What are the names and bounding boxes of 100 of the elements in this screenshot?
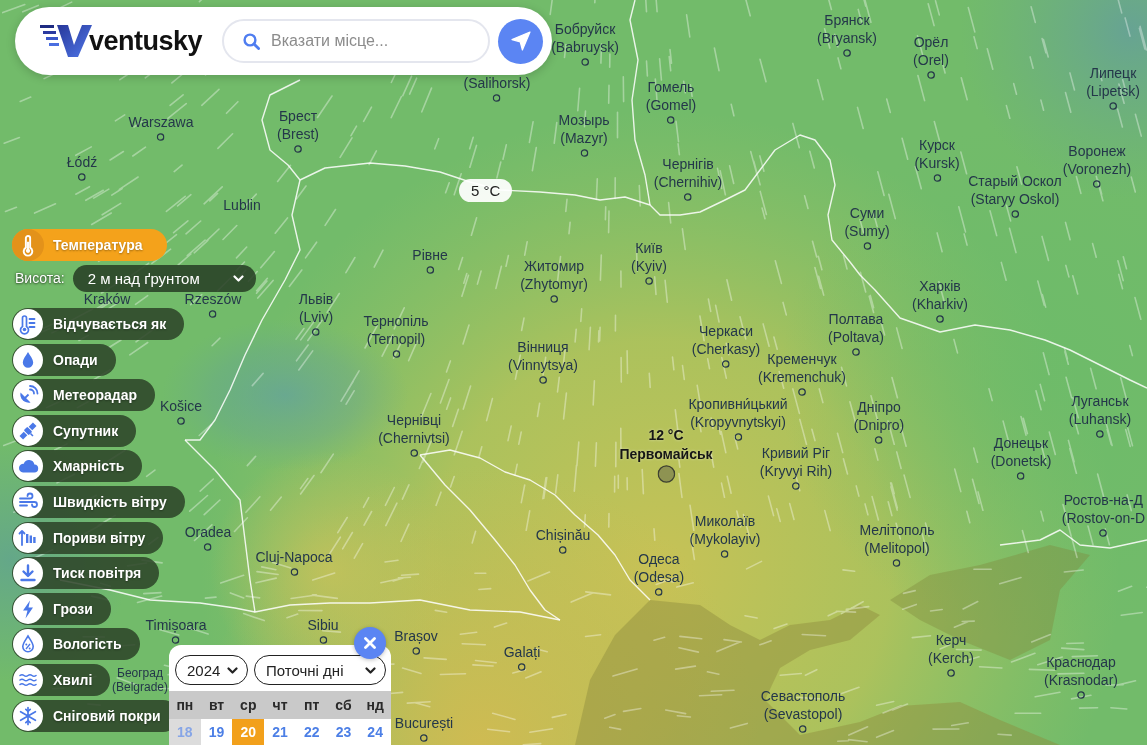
city-name-latin: (Kerch) — [928, 651, 974, 666]
city-name: Oradea — [184, 525, 232, 540]
layer-button[interactable]: Опади — [12, 343, 116, 376]
city-name-latin: (Orel) — [913, 53, 949, 68]
weekday-label: нд — [366, 697, 384, 713]
height-select[interactable]: 2 м над ґрунтом — [72, 265, 256, 292]
city-name-latin: (Poltava) — [828, 330, 884, 345]
period-select[interactable]: Поточні дні — [254, 655, 386, 685]
city-name: Харків — [919, 279, 961, 294]
chevron-down-icon — [365, 666, 376, 674]
city-name: Київ — [635, 241, 663, 256]
locate-button[interactable] — [498, 18, 543, 64]
city-name: Warszawa — [128, 115, 194, 130]
city-name: Черкаси — [699, 324, 753, 339]
chevron-down-icon — [232, 275, 244, 282]
weekday-label: вт — [208, 697, 225, 713]
layer-button[interactable]: Хмарність — [12, 450, 143, 483]
city-name: Chișinău — [535, 528, 591, 543]
city-name: Kraków — [83, 292, 131, 307]
city-name-latin: (Kursk) — [914, 156, 960, 171]
city-name-latin: (Luhansk) — [1068, 412, 1132, 427]
layer-button[interactable]: Супутник — [12, 414, 137, 447]
city-name: Београд — [117, 667, 163, 680]
city-name: Чернігів — [662, 157, 714, 172]
layer-button[interactable]: Пориви вітру — [12, 521, 164, 554]
city-name-latin: (Salihorsk) — [463, 76, 531, 91]
layer-button[interactable]: Метеорадар — [12, 379, 156, 412]
city-name: Galați — [503, 645, 541, 660]
city-name: Брянск — [824, 13, 870, 28]
weekday-label: пн — [176, 697, 194, 713]
weekday-label: чт — [272, 697, 288, 713]
city-name-latin: (Lviv) — [298, 310, 334, 325]
city-name-latin: (Dnipro) — [853, 418, 905, 433]
wind-icon — [13, 486, 43, 517]
city-name: Старый Оскол — [968, 174, 1062, 189]
weekday-label: ср — [240, 697, 257, 713]
layer-button[interactable]: Відчувається як — [12, 307, 185, 340]
satellite-icon — [13, 415, 43, 446]
city-name: Sibiu — [307, 618, 339, 633]
humidity-drop-icon — [13, 629, 43, 660]
city-name-latin: (Kharkiv) — [912, 297, 968, 312]
weekday-label: пт — [304, 697, 320, 713]
logo-link[interactable]: ventusky — [40, 25, 203, 57]
lightning-icon — [13, 593, 43, 624]
thermometer-icon — [12, 229, 44, 261]
city-name: Timișoara — [145, 618, 207, 633]
city-name: Керч — [935, 633, 967, 648]
city-name: Гомель — [647, 80, 695, 95]
search-field[interactable]: Вказати місце... — [222, 19, 490, 63]
temperature-label: 5 °C — [459, 179, 513, 202]
height-label: Висота: — [15, 270, 65, 287]
city-name: Lublin — [223, 198, 261, 213]
drop-icon — [13, 344, 43, 375]
search-icon — [243, 32, 261, 50]
city-name-latin: (Chernivtsi) — [378, 431, 450, 446]
city-name: Краснодар — [1046, 655, 1116, 670]
chevron-down-icon — [227, 666, 238, 674]
city-name-latin: (Belgrade) — [112, 681, 168, 694]
year-select[interactable]: 2024 — [175, 655, 248, 685]
city-name: Суми — [849, 206, 885, 221]
city-name-latin: (Odesa) — [633, 570, 685, 585]
city-name-latin: (Gomel) — [645, 98, 697, 113]
layer-button[interactable]: Швидкість вітру — [12, 485, 185, 518]
city-name: Кременчук — [767, 352, 837, 367]
snowflake-icon — [13, 700, 43, 731]
city-name-latin: (Babruysk) — [551, 40, 619, 55]
city-name-latin: (Zhytomyr) — [520, 277, 588, 292]
city-name-latin: (Mazyr) — [560, 131, 608, 146]
city-name-latin: (Kremenchuk) — [758, 370, 846, 385]
layer-button[interactable]: Хвилі — [12, 663, 111, 696]
city-name: Курск — [919, 138, 955, 153]
city-name: Луганськ — [1071, 394, 1129, 409]
city-name: Севастополь — [760, 689, 846, 704]
city-name: Орёл — [913, 35, 949, 50]
city-name: Кропивни́цький — [688, 397, 788, 412]
gust-bars-icon — [13, 522, 43, 553]
layer-button[interactable]: Вологість — [12, 628, 140, 661]
city-name: Łódź — [66, 155, 98, 170]
arrow-down-icon — [13, 558, 43, 589]
layer-button[interactable]: Тиск повітря — [12, 557, 160, 590]
city-name-latin: (Sumy) — [844, 224, 890, 239]
city-name: Липецк — [1089, 66, 1137, 81]
city-name-latin: (Donetsk) — [990, 454, 1052, 469]
temperature-reading: 12 °C — [648, 428, 684, 443]
navigation-arrow-icon — [510, 31, 531, 51]
city-name-latin: (Kropyvnytskyi) — [690, 415, 786, 430]
city-name-latin: (Voronezh) — [1062, 162, 1132, 177]
city-name-latin: (Melitopol) — [864, 541, 930, 556]
city-name-latin: (Rostov-on-D — [1061, 511, 1145, 526]
city-name-latin: (Ternopil) — [366, 332, 426, 347]
waves-icon — [13, 664, 43, 695]
thermometer-lines-icon — [13, 308, 43, 339]
place-name: Первомайськ — [619, 447, 713, 462]
city-name: Житомир — [524, 259, 584, 274]
city-name: Дніпро — [857, 400, 901, 415]
weekday-label: сб — [335, 697, 352, 713]
city-name: Воронеж — [1068, 144, 1126, 159]
layer-button[interactable]: Грози — [12, 592, 111, 625]
city-name-latin: (Sevastopol) — [763, 707, 843, 722]
city-name-latin: (Cherkasy) — [691, 342, 761, 357]
